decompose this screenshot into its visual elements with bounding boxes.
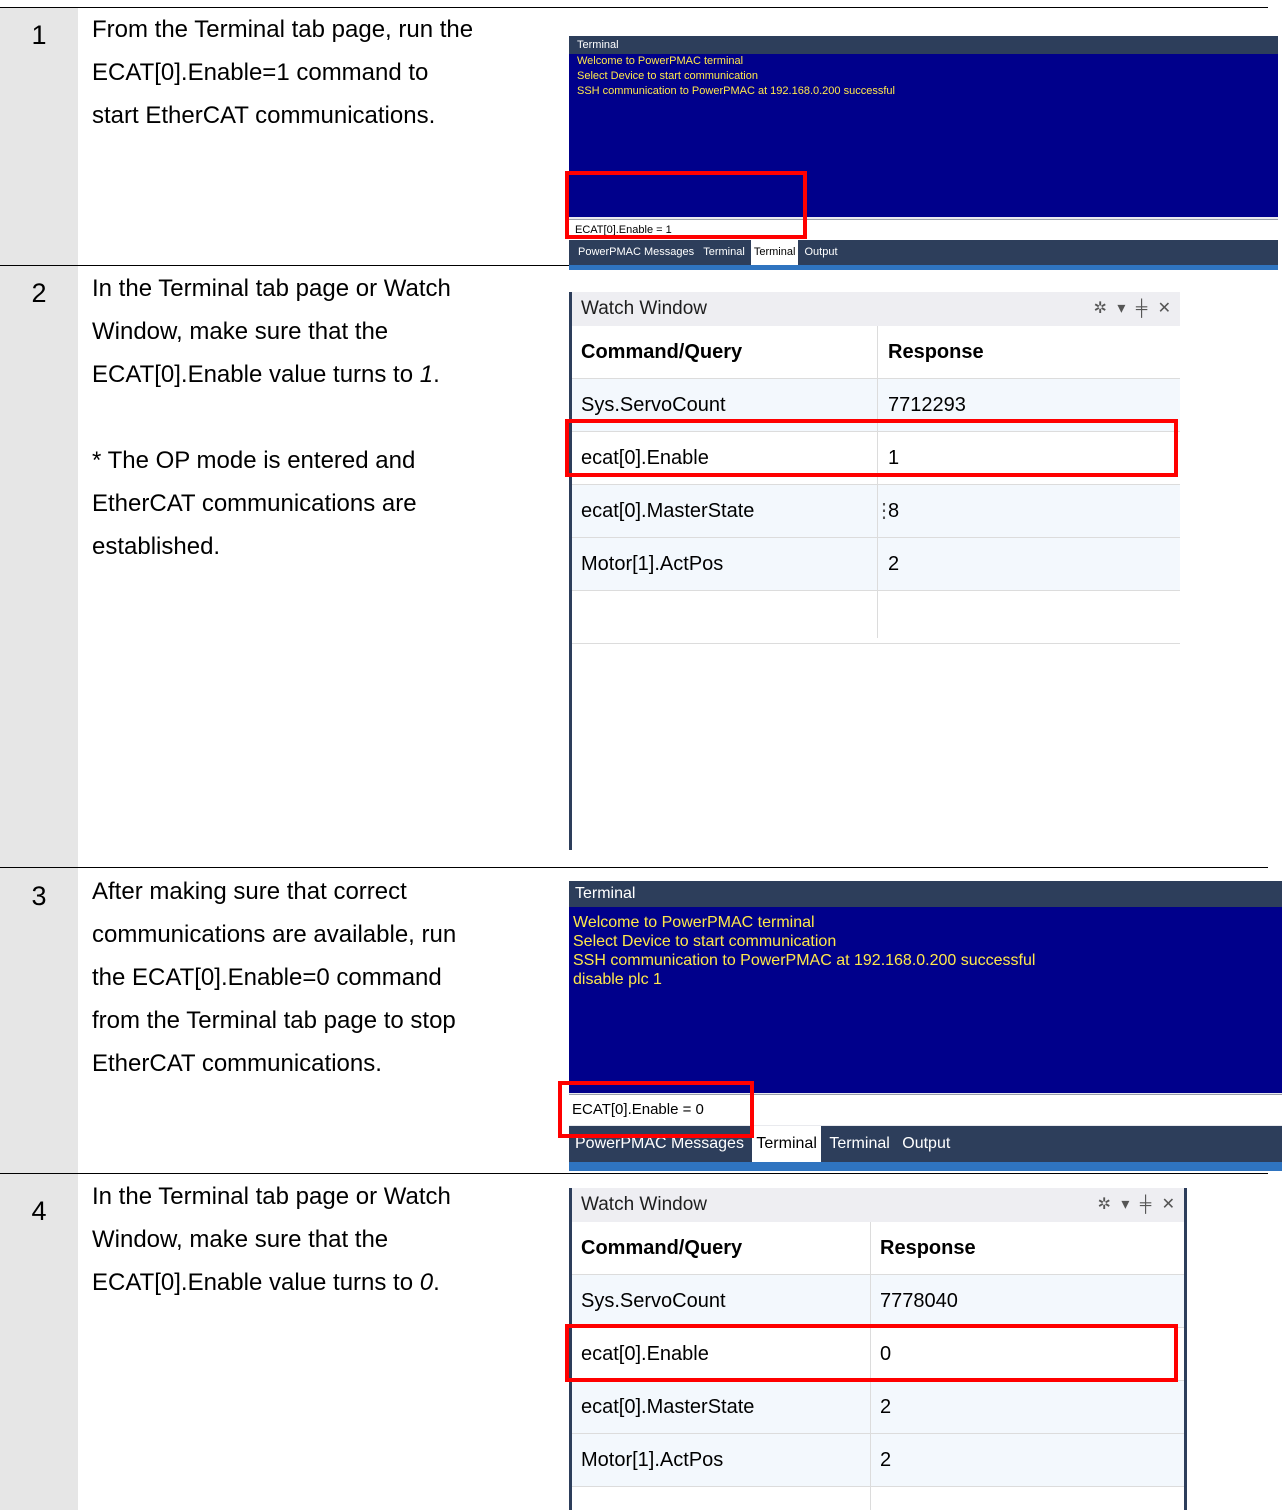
step-2-note-line: * The OP mode is entered and <box>92 447 416 474</box>
tab-output[interactable]: Output <box>802 240 841 265</box>
step-2-value: 1 <box>419 361 434 388</box>
terminal-line: SSH communication to PowerPMAC at 192.16… <box>577 85 895 97</box>
watch-command: Motor[1].ActPos <box>581 1449 724 1471</box>
status-strip <box>569 1162 1282 1171</box>
column-header-command[interactable]: Command/Query <box>581 326 742 378</box>
step-number-3: 3 <box>31 881 47 911</box>
tab-terminal[interactable]: Terminal <box>825 1126 893 1162</box>
step-2-line: Window, make sure that the <box>92 318 389 345</box>
step-3-line: communications are available, run <box>92 921 457 948</box>
watch-command: Motor[1].ActPos <box>581 553 724 575</box>
step-4-line: Window, make sure that the <box>92 1226 389 1253</box>
step-4-text: ECAT[0].Enable value turns to <box>92 1269 420 1296</box>
watch-response: 2 <box>880 1449 892 1471</box>
step-1-description: From the Terminal tab page, run the ECAT… <box>92 8 532 137</box>
terminal-line: SSH communication to PowerPMAC at 192.16… <box>573 952 1036 969</box>
watch-window: Watch Window ✲ ▾ ╪ ✕ Command/Query Respo… <box>569 292 1180 850</box>
tab-output[interactable]: Output <box>898 1126 954 1162</box>
step-3-line: the ECAT[0].Enable=0 command <box>92 964 442 991</box>
watch-response: 7778040 <box>880 1290 958 1312</box>
tab-terminal-active[interactable]: Terminal <box>752 1126 821 1162</box>
step-2-text: ECAT[0].Enable value turns to <box>92 361 420 388</box>
step-3-line: EtherCAT communications. <box>92 1050 382 1077</box>
tab-powerpmac-messages[interactable]: PowerPMAC Messages <box>575 240 697 265</box>
terminal-title: Terminal <box>569 36 1278 54</box>
terminal-output: Welcome to PowerPMAC terminal Select Dev… <box>569 907 1282 1093</box>
watch-response: 2 <box>888 553 900 575</box>
step-2-description: In the Terminal tab page or Watch Window… <box>92 267 532 568</box>
watch-window-title: Watch Window <box>572 1188 1184 1222</box>
highlight-box <box>565 1324 1178 1382</box>
watch-header-row: Command/Query Response <box>572 326 1180 379</box>
step-2-period: . <box>433 361 440 388</box>
window-controls-icon[interactable]: ✲ ▾ ╪ ✕ <box>1093 292 1174 326</box>
watch-header-row: Command/Query Response <box>572 1222 1184 1275</box>
step-2-note-line: EtherCAT communications are <box>92 490 417 517</box>
status-strip <box>569 265 1278 270</box>
terminal-tab-bar: PowerPMAC Messages Terminal Terminal Out… <box>569 240 1278 265</box>
step-4-line: ECAT[0].Enable value turns to 0. <box>92 1261 532 1304</box>
step-number-4: 4 <box>31 1196 47 1226</box>
step-column-2 <box>0 266 78 867</box>
step-4-period: . <box>433 1269 440 1296</box>
column-header-response[interactable]: Response <box>880 1222 976 1274</box>
watch-command: ecat[0].MasterState <box>581 500 755 522</box>
step-number-1: 1 <box>31 20 47 50</box>
rule-2-3 <box>0 867 1268 868</box>
watch-row[interactable]: Sys.ServoCount 7778040 <box>572 1275 1184 1328</box>
column-header-command[interactable]: Command/Query <box>581 1222 742 1274</box>
watch-row[interactable]: ecat[0].MasterState 2 <box>572 1381 1184 1434</box>
step-4-description: In the Terminal tab page or Watch Window… <box>92 1175 532 1304</box>
step-1-line: start EtherCAT communications. <box>92 102 436 129</box>
step-1-line: From the Terminal tab page, run the <box>92 16 474 43</box>
watch-command: ecat[0].MasterState <box>581 1396 755 1418</box>
step-2-note-line: established. <box>92 533 221 560</box>
step-2-line: ECAT[0].Enable value turns to 1. <box>92 353 532 396</box>
tab-terminal[interactable]: Terminal <box>700 240 748 265</box>
tab-terminal-active[interactable]: Terminal <box>750 240 799 265</box>
terminal-line: Select Device to start communication <box>573 933 837 950</box>
watch-row-empty[interactable] <box>572 1487 1184 1510</box>
terminal-line: Welcome to PowerPMAC terminal <box>573 914 815 931</box>
watch-row[interactable]: Motor[1].ActPos 2 <box>572 1434 1184 1487</box>
column-header-response[interactable]: Response <box>888 326 984 378</box>
step-2-line: In the Terminal tab page or Watch <box>92 275 451 302</box>
step-4-line: In the Terminal tab page or Watch <box>92 1183 451 1210</box>
watch-row-empty[interactable] <box>572 591 1180 644</box>
terminal-title: Terminal <box>569 881 1282 907</box>
terminal-line: Welcome to PowerPMAC terminal <box>577 55 744 67</box>
watch-grid: Command/Query Response Sys.ServoCount 77… <box>572 326 1180 644</box>
highlight-box <box>565 171 807 239</box>
rule-3-4 <box>0 1173 1268 1174</box>
step-3-description: After making sure that correct communica… <box>92 870 532 1085</box>
highlight-box <box>558 1081 754 1138</box>
highlight-box <box>565 419 1178 477</box>
step-column-3 <box>0 868 78 1173</box>
step-4-value: 0 <box>419 1269 434 1296</box>
step-3-line: After making sure that correct <box>92 878 407 905</box>
watch-row[interactable]: Motor[1].ActPos 2 <box>572 538 1180 591</box>
terminal-line: Select Device to start communication <box>577 70 758 82</box>
watch-row[interactable]: ecat[0].MasterState ⋮ 8 <box>572 485 1180 538</box>
terminal-line: disable plc 1 <box>573 971 662 988</box>
step-3-line: from the Terminal tab page to stop <box>92 1007 456 1034</box>
column-separator <box>877 326 878 638</box>
watch-command: Sys.ServoCount <box>581 1290 726 1312</box>
watch-response: 2 <box>880 1396 892 1418</box>
step-number-2: 2 <box>31 278 47 308</box>
watch-response: 8 <box>888 500 900 522</box>
step-1-line: ECAT[0].Enable=1 command to <box>92 59 429 86</box>
window-controls-icon[interactable]: ✲ ▾ ╪ ✕ <box>1097 1188 1178 1222</box>
watch-window-title: Watch Window <box>572 292 1180 326</box>
